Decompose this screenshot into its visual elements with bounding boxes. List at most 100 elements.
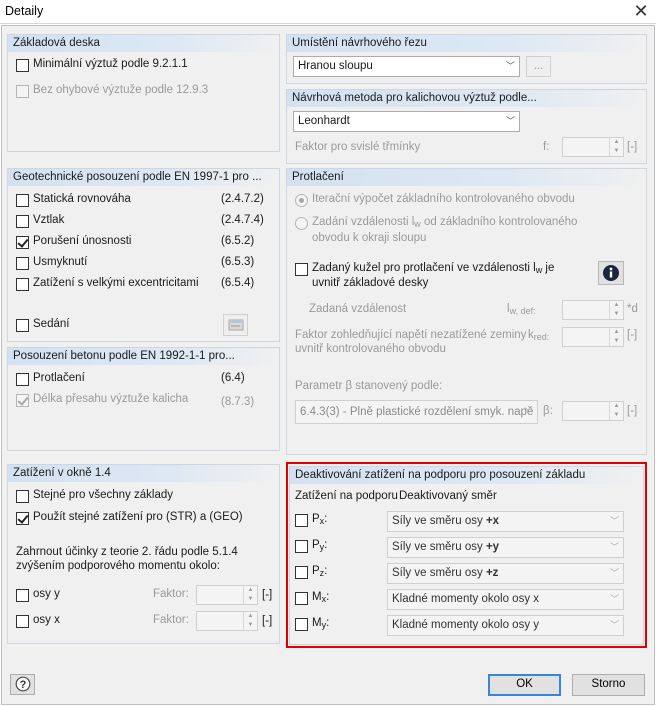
down-arrow-icon[interactable]: ▼ [610, 310, 623, 319]
text-part: je [542, 262, 555, 274]
given-distance-label: Zadání vzdálenosti lw od základního kont… [312, 216, 577, 229]
beta-dropdown[interactable]: 6.4.3(3) - Plně plastické rozdělení smyk… [295, 400, 538, 424]
chevron-down-icon[interactable]: ﹀ [502, 57, 519, 76]
second-order-text: Zahrnout účinky z teorie 2. řádu podle 5… [16, 546, 238, 572]
factor-y-spinner[interactable]: ▲ ▼ [196, 585, 258, 605]
spinner-arrows[interactable]: ▲ ▼ [243, 612, 257, 630]
axis-y-checkbox[interactable] [16, 589, 29, 602]
panel-header: Základová deska [8, 35, 279, 52]
info-icon [603, 265, 619, 281]
given-dist-label: Zadaná vzdálenost [309, 303, 407, 315]
spinner-arrows[interactable]: ▲ ▼ [609, 402, 623, 420]
panel-header: Zatížení v okně 1.4 [8, 465, 279, 482]
panel-loads: Zatížení v okně 1.4 Stejné pro všechny z… [7, 464, 280, 644]
panel-geotechnical: Geotechnické posouzení podle EN 1997-1 p… [7, 168, 280, 342]
beta-label: Parametr β stanovený podle: [295, 380, 443, 392]
panel-punching: Protlačení Iterační výpočet základního k… [286, 168, 647, 455]
overlap-label: Délka přesahu výztuže kalicha [33, 393, 189, 405]
lw-spinner[interactable]: ▲ ▼ [562, 300, 624, 320]
down-arrow-icon[interactable]: ▼ [610, 337, 623, 346]
up-arrow-icon[interactable]: ▲ [610, 328, 623, 337]
geo-check-ref: (6.5.2) [221, 235, 255, 247]
up-arrow-icon[interactable]: ▲ [610, 138, 623, 147]
cancel-button[interactable]: Storno [572, 674, 645, 696]
stirrup-factor-spinner[interactable]: ▲ ▼ [562, 137, 624, 157]
overlap-ref: (8.7.3) [221, 396, 255, 408]
window-title: Detaily [5, 4, 44, 18]
panel-header: Návrhová metoda pro kalichovou výztuž po… [287, 90, 646, 107]
beta-spinner[interactable]: ▲ ▼ [562, 401, 624, 421]
no-bending-label: Bez ohybové výztuže podle 12.9.3 [33, 84, 209, 96]
axis-x-checkbox[interactable] [16, 615, 29, 628]
factor-y-label: Faktor: [153, 588, 189, 600]
panel-design-method: Návrhová metoda pro kalichovou výztuž po… [286, 89, 647, 164]
geo-check-label: Usmyknutí [33, 256, 88, 268]
up-arrow-icon[interactable]: ▲ [610, 402, 623, 411]
design-method-dropdown[interactable]: Leonhardt ﹀ [293, 111, 520, 132]
up-arrow-icon[interactable]: ▲ [244, 586, 257, 595]
iterative-label: Iterační výpočet základního kontrolované… [312, 193, 575, 205]
svg-text:?: ? [19, 679, 26, 691]
factor-x-label: Faktor: [153, 614, 189, 626]
lw-unit: *d [627, 303, 638, 315]
subscript: w, def: [509, 306, 536, 316]
cone-label: Zadaný kužel pro protlačení ve vzdálenos… [312, 262, 554, 275]
close-icon[interactable]: ✕ [628, 0, 654, 24]
stirrup-factor-label: Faktor pro svislé třmínky [295, 141, 421, 153]
design-section-dropdown[interactable]: Hranou sloupu ﹀ [293, 56, 520, 77]
beta-symbol: β: [543, 405, 553, 417]
geo-check-label: Statická rovnováha [33, 193, 131, 205]
spinner-arrows[interactable]: ▲ ▼ [609, 328, 623, 346]
highlight-frame [286, 462, 647, 648]
factor-y-unit: [-] [262, 589, 273, 601]
spinner-arrows[interactable]: ▲ ▼ [609, 138, 623, 156]
geo-check-checkbox[interactable] [16, 236, 29, 249]
cone-label-2: uvnitř základové desky [312, 277, 429, 289]
panel-header: Protlačení [287, 169, 646, 186]
chevron-down-icon[interactable]: ﹀ [520, 401, 537, 423]
settlement-settings-button[interactable] [223, 314, 248, 336]
text-part: od základního kontrolovaného [420, 216, 578, 228]
same-str-geo-checkbox[interactable] [16, 512, 29, 525]
given-distance-radio [295, 217, 308, 230]
panel-design-section: Umístění návrhového řezu Hranou sloupu ﹀… [286, 34, 647, 84]
title-bar: Detaily ✕ [0, 0, 656, 24]
settlement-checkbox[interactable] [16, 319, 29, 332]
same-all-checkbox[interactable] [16, 490, 29, 503]
ok-button[interactable]: OK [488, 674, 561, 696]
axis-x-label: osy x [33, 614, 60, 626]
punching-checkbox[interactable] [16, 373, 29, 386]
cone-checkbox[interactable] [295, 263, 308, 276]
dropdown-value: 6.4.3(3) - Plně plastické rozdělení smyk… [300, 406, 534, 418]
geo-check-ref: (6.5.3) [221, 256, 255, 268]
down-arrow-icon[interactable]: ▼ [610, 411, 623, 420]
factor-x-spinner[interactable]: ▲ ▼ [196, 611, 258, 631]
chevron-down-icon[interactable]: ﹀ [502, 112, 519, 131]
geo-check-ref: (2.4.7.4) [221, 214, 264, 226]
down-arrow-icon[interactable]: ▼ [244, 621, 257, 630]
geo-check-ref: (2.4.7.2) [221, 193, 264, 205]
help-button[interactable]: ? [10, 674, 35, 695]
down-arrow-icon[interactable]: ▼ [244, 595, 257, 604]
factor-x-unit: [-] [262, 615, 273, 627]
axis-y-label: osy y [33, 588, 60, 600]
punching-ref: (6.4) [221, 372, 245, 384]
geo-check-ref: (6.5.4) [221, 277, 255, 289]
geo-check-checkbox[interactable] [16, 215, 29, 228]
more-button[interactable]: ... [526, 56, 551, 77]
punching-label: Protlačení [33, 372, 85, 384]
min-reinforcement-checkbox[interactable] [16, 59, 29, 72]
down-arrow-icon[interactable]: ▼ [610, 147, 623, 156]
given-distance-label-2: obvodu k okraji sloupu [312, 232, 427, 244]
spinner-arrows[interactable]: ▲ ▼ [609, 301, 623, 319]
info-button[interactable] [598, 261, 624, 285]
up-arrow-icon[interactable]: ▲ [244, 612, 257, 621]
spinner-arrows[interactable]: ▲ ▼ [243, 586, 257, 604]
geo-check-label: Porušení únosnosti [33, 235, 132, 247]
up-arrow-icon[interactable]: ▲ [610, 301, 623, 310]
min-reinforcement-label: Minimální výztuž podle 9.2.1.1 [33, 58, 188, 70]
kred-spinner[interactable]: ▲ ▼ [562, 327, 624, 347]
geo-check-checkbox[interactable] [16, 278, 29, 291]
geo-check-checkbox[interactable] [16, 194, 29, 207]
geo-check-checkbox[interactable] [16, 257, 29, 270]
